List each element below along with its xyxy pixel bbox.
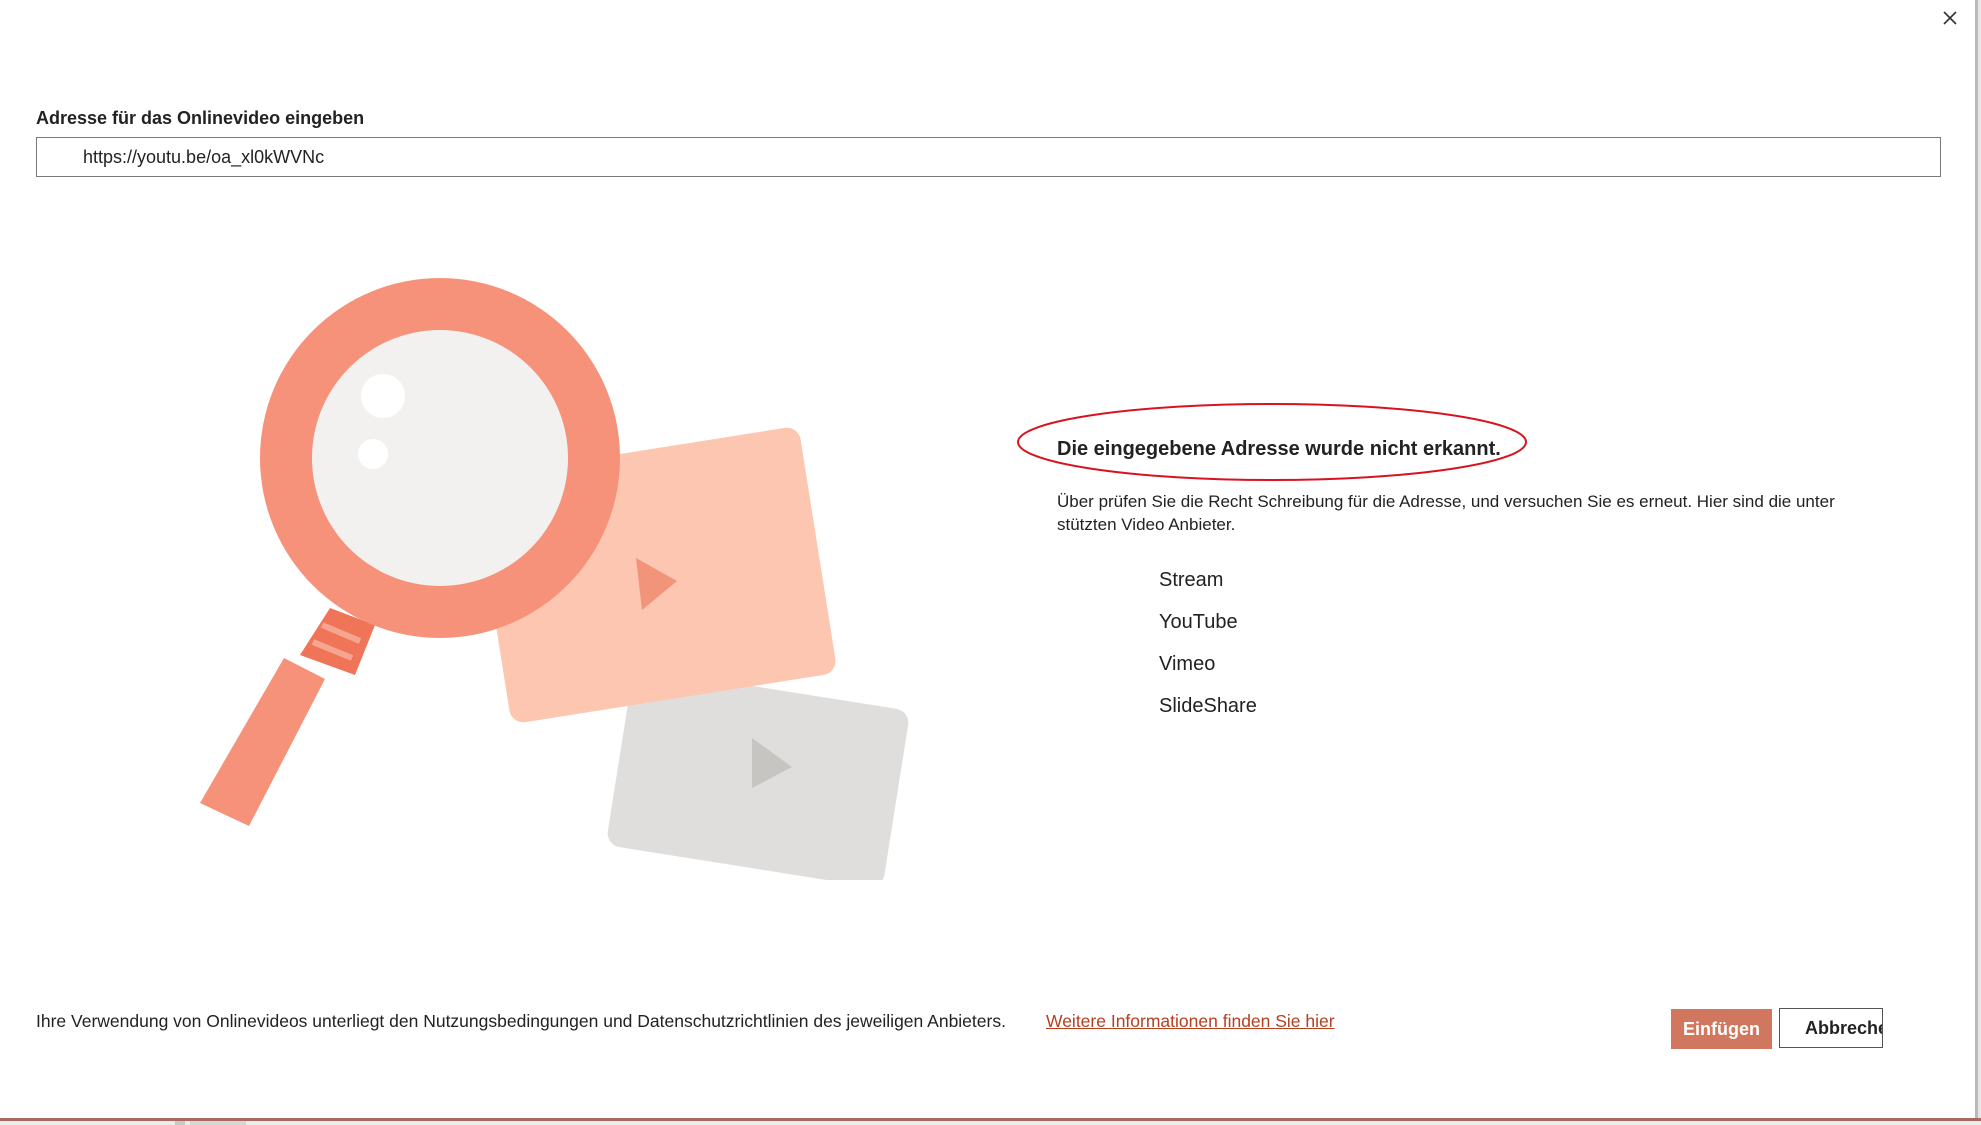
error-title: Die eingegebene Adresse wurde nicht erka… <box>1057 438 1501 460</box>
url-label: Adresse für das Onlinevideo eingeben <box>36 108 365 128</box>
magnifier-video-illustration <box>200 278 909 880</box>
footer-notice: Ihre Verwendung von Onlinevideos unterli… <box>36 1011 1006 1031</box>
list-item: YouTube <box>1159 611 1238 633</box>
taskbar-segment <box>190 1121 246 1125</box>
list-item: Vimeo <box>1159 653 1216 675</box>
provider-list: Stream YouTube Vimeo SlideShare <box>1159 566 1257 734</box>
error-description: Über prüfen Sie die Recht Schreibung für… <box>1057 492 1835 534</box>
url-input[interactable] <box>36 137 1941 177</box>
taskbar-strip <box>0 1121 1981 1125</box>
magnifier-icon <box>200 278 620 826</box>
close-button[interactable] <box>1938 6 1962 30</box>
taskbar-segment <box>175 1121 185 1125</box>
close-icon <box>1943 11 1957 25</box>
list-item: Stream <box>1159 569 1224 591</box>
list-item: SlideShare <box>1159 695 1257 717</box>
insert-button[interactable]: Einfügen <box>1671 1009 1772 1049</box>
more-info-link[interactable]: Weitere Informationen finden Sie hier <box>1046 1011 1335 1032</box>
cancel-button[interactable]: Abbrechen <box>1779 1008 1883 1048</box>
